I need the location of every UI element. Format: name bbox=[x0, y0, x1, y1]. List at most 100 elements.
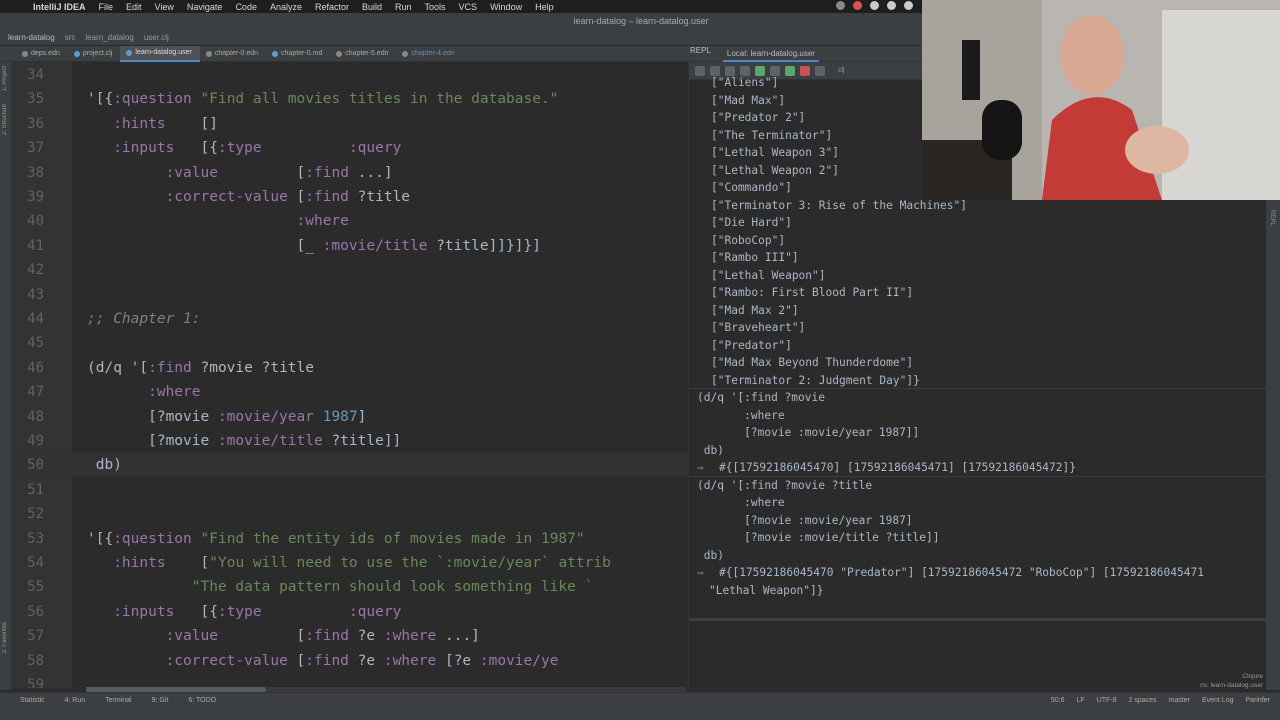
breadcrumb-file[interactable]: user.clj bbox=[144, 33, 169, 42]
menu-vcs[interactable]: VCS bbox=[459, 2, 478, 12]
code-line[interactable]: 39 :correct-value [:find ?title bbox=[12, 185, 688, 209]
tool-favorites[interactable]: 2: Favorites bbox=[2, 622, 8, 653]
code-line[interactable]: 49 [?movie :movie/title ?title]] bbox=[12, 429, 688, 453]
menu-app-name[interactable]: IntelliJ IDEA bbox=[33, 2, 86, 12]
menu-file[interactable]: File bbox=[99, 2, 114, 12]
line-number: 35 bbox=[27, 91, 44, 108]
code-line[interactable]: 45 bbox=[12, 331, 688, 355]
left-tool-strip: 1: Project 2: Structure 2: Favorites bbox=[0, 62, 12, 690]
menu-window[interactable]: Window bbox=[490, 2, 522, 12]
menu-navigate[interactable]: Navigate bbox=[187, 2, 223, 12]
webcam-video bbox=[922, 0, 1280, 200]
repl-tab-repl[interactable]: REPL bbox=[690, 46, 711, 62]
file-icon bbox=[336, 50, 343, 57]
code-text: :value [:find ?e :where ...] bbox=[87, 624, 480, 648]
tool-todo[interactable]: 6: TODO bbox=[188, 697, 216, 704]
code-line[interactable]: 51 bbox=[12, 478, 688, 502]
code-line[interactable]: 52 bbox=[12, 502, 688, 526]
tool-statistic[interactable]: Statistic bbox=[20, 697, 45, 704]
code-line[interactable]: 36 :hints [] bbox=[12, 112, 688, 136]
code-line[interactable]: 54 :hints ["You will need to use the `:m… bbox=[12, 551, 688, 575]
repl-text: ["Lethal Weapon 3"] bbox=[711, 146, 839, 159]
menu-analyze[interactable]: Analyze bbox=[270, 2, 302, 12]
code-token: [?movie bbox=[87, 408, 218, 425]
code-editor[interactable]: 34 35 '[{:question "Find all movies titles… bbox=[12, 62, 688, 688]
tray-app-icon[interactable] bbox=[870, 1, 879, 10]
tool-git[interactable]: 9: Git bbox=[152, 697, 169, 704]
line-number: 46 bbox=[27, 359, 44, 376]
menu-refactor[interactable]: Refactor bbox=[315, 2, 349, 12]
code-line[interactable]: 47 :where bbox=[12, 380, 688, 404]
tool-repl[interactable]: REPL bbox=[1269, 210, 1275, 226]
repl-line: ["Predator"] bbox=[689, 337, 1266, 354]
code-line[interactable]: 37 :inputs [{:type :query bbox=[12, 136, 688, 160]
tray-record-icon[interactable] bbox=[853, 1, 862, 10]
code-line[interactable]: 59 bbox=[12, 673, 688, 688]
code-line[interactable]: 41 [_ :movie/title ?title]]}]}] bbox=[12, 234, 688, 258]
code-line[interactable]: 53 '[{:question "Find the entity ids of m… bbox=[12, 527, 688, 551]
repl-text: #{[17592186045470 "Predator"] [175921860… bbox=[719, 566, 1204, 579]
tab-chapter-0-edn[interactable]: chapter-0.edn bbox=[200, 46, 266, 62]
parinfer-status[interactable]: Parinfer bbox=[1245, 697, 1270, 704]
code-line[interactable]: 38 :value [:find ...] bbox=[12, 161, 688, 185]
file-encoding[interactable]: UTF-8 bbox=[1097, 697, 1117, 704]
code-token: [_ bbox=[87, 237, 323, 254]
cursor-position[interactable]: 50:6 bbox=[1051, 697, 1065, 704]
code-line[interactable]: 43 bbox=[12, 283, 688, 307]
code-line[interactable]: 44 ;; Chapter 1: bbox=[12, 307, 688, 331]
line-separator[interactable]: LF bbox=[1077, 697, 1085, 704]
repl-lang: Clojure bbox=[1242, 673, 1263, 680]
code-line[interactable]: 48 [?movie :movie/year 1987] bbox=[12, 405, 688, 429]
tool-project[interactable]: 1: Project bbox=[2, 66, 8, 91]
tray-wifi-icon[interactable] bbox=[887, 1, 896, 10]
repl-tab-local[interactable]: Local: learn-datalog.user bbox=[722, 46, 819, 62]
event-log[interactable]: Event Log bbox=[1202, 697, 1234, 704]
code-line[interactable]: 55 "The data pattern should look somethi… bbox=[12, 575, 688, 599]
tool-structure[interactable]: 2: Structure bbox=[2, 104, 8, 135]
menu-code[interactable]: Code bbox=[235, 2, 257, 12]
repl-text: ["Mad Max"] bbox=[711, 93, 786, 107]
tool-terminal[interactable]: Terminal bbox=[105, 697, 131, 704]
tab-chapter-4-edn[interactable]: chapter-4.edn bbox=[396, 46, 462, 62]
code-line[interactable]: 46 (d/q '[:find ?movie ?title bbox=[12, 356, 688, 380]
menu-run[interactable]: Run bbox=[395, 2, 412, 12]
breadcrumb-project[interactable]: learn-datalog bbox=[8, 33, 55, 42]
code-token: '[{ bbox=[87, 91, 114, 108]
indent-setting[interactable]: 2 spaces bbox=[1129, 697, 1157, 704]
tab-label: chapter-0.edn bbox=[214, 49, 259, 57]
tool-run[interactable]: 4: Run bbox=[65, 697, 86, 704]
code-token: :find bbox=[305, 164, 349, 181]
menu-help[interactable]: Help bbox=[535, 2, 554, 12]
repl-text: ["Commando"] bbox=[711, 181, 792, 194]
tray-settings-icon[interactable] bbox=[904, 1, 913, 10]
code-token: :value bbox=[165, 164, 218, 181]
git-branch[interactable]: master bbox=[1169, 697, 1190, 704]
menu-tools[interactable]: Tools bbox=[425, 2, 446, 12]
menu-edit[interactable]: Edit bbox=[126, 2, 142, 12]
code-line[interactable]: 50 db) bbox=[12, 453, 688, 478]
code-line[interactable]: 35 '[{:question "Find all movies titles i… bbox=[12, 87, 688, 111]
code-token: :find bbox=[305, 652, 349, 669]
code-line[interactable]: 40 :where bbox=[12, 209, 688, 233]
tray-clock-icon[interactable] bbox=[836, 1, 845, 10]
tab-deps-edn[interactable]: deps.edn bbox=[16, 46, 68, 62]
code-line[interactable]: 58 :correct-value [:find ?e :where [?e :… bbox=[12, 649, 688, 673]
repl-ns-selector[interactable]: clj bbox=[838, 67, 845, 74]
tab-project-clj[interactable]: project.clj bbox=[68, 46, 121, 62]
code-line[interactable]: 34 bbox=[12, 63, 688, 87]
menu-view[interactable]: View bbox=[155, 2, 174, 12]
code-line[interactable]: 57 :value [:find ?e :where ...] bbox=[12, 624, 688, 648]
code-line[interactable]: 56 :inputs [{:type :query bbox=[12, 600, 688, 624]
tab-label: chapter-0.md bbox=[281, 49, 323, 57]
tab-chapter-5-edn[interactable]: chapter-5.edn bbox=[330, 46, 396, 62]
repl-text: ["Die Hard"] bbox=[711, 216, 792, 229]
tab-chapter-0-md[interactable]: chapter-0.md bbox=[266, 46, 330, 62]
tab-learn-datalog-user[interactable]: learn-datalog.user bbox=[120, 45, 200, 62]
menu-build[interactable]: Build bbox=[362, 2, 382, 12]
breadcrumb-package[interactable]: learn_datalog bbox=[85, 33, 133, 42]
code-token: :inputs bbox=[113, 603, 175, 620]
breadcrumb-src[interactable]: src bbox=[65, 33, 76, 42]
code-line[interactable]: 42 bbox=[12, 258, 688, 282]
